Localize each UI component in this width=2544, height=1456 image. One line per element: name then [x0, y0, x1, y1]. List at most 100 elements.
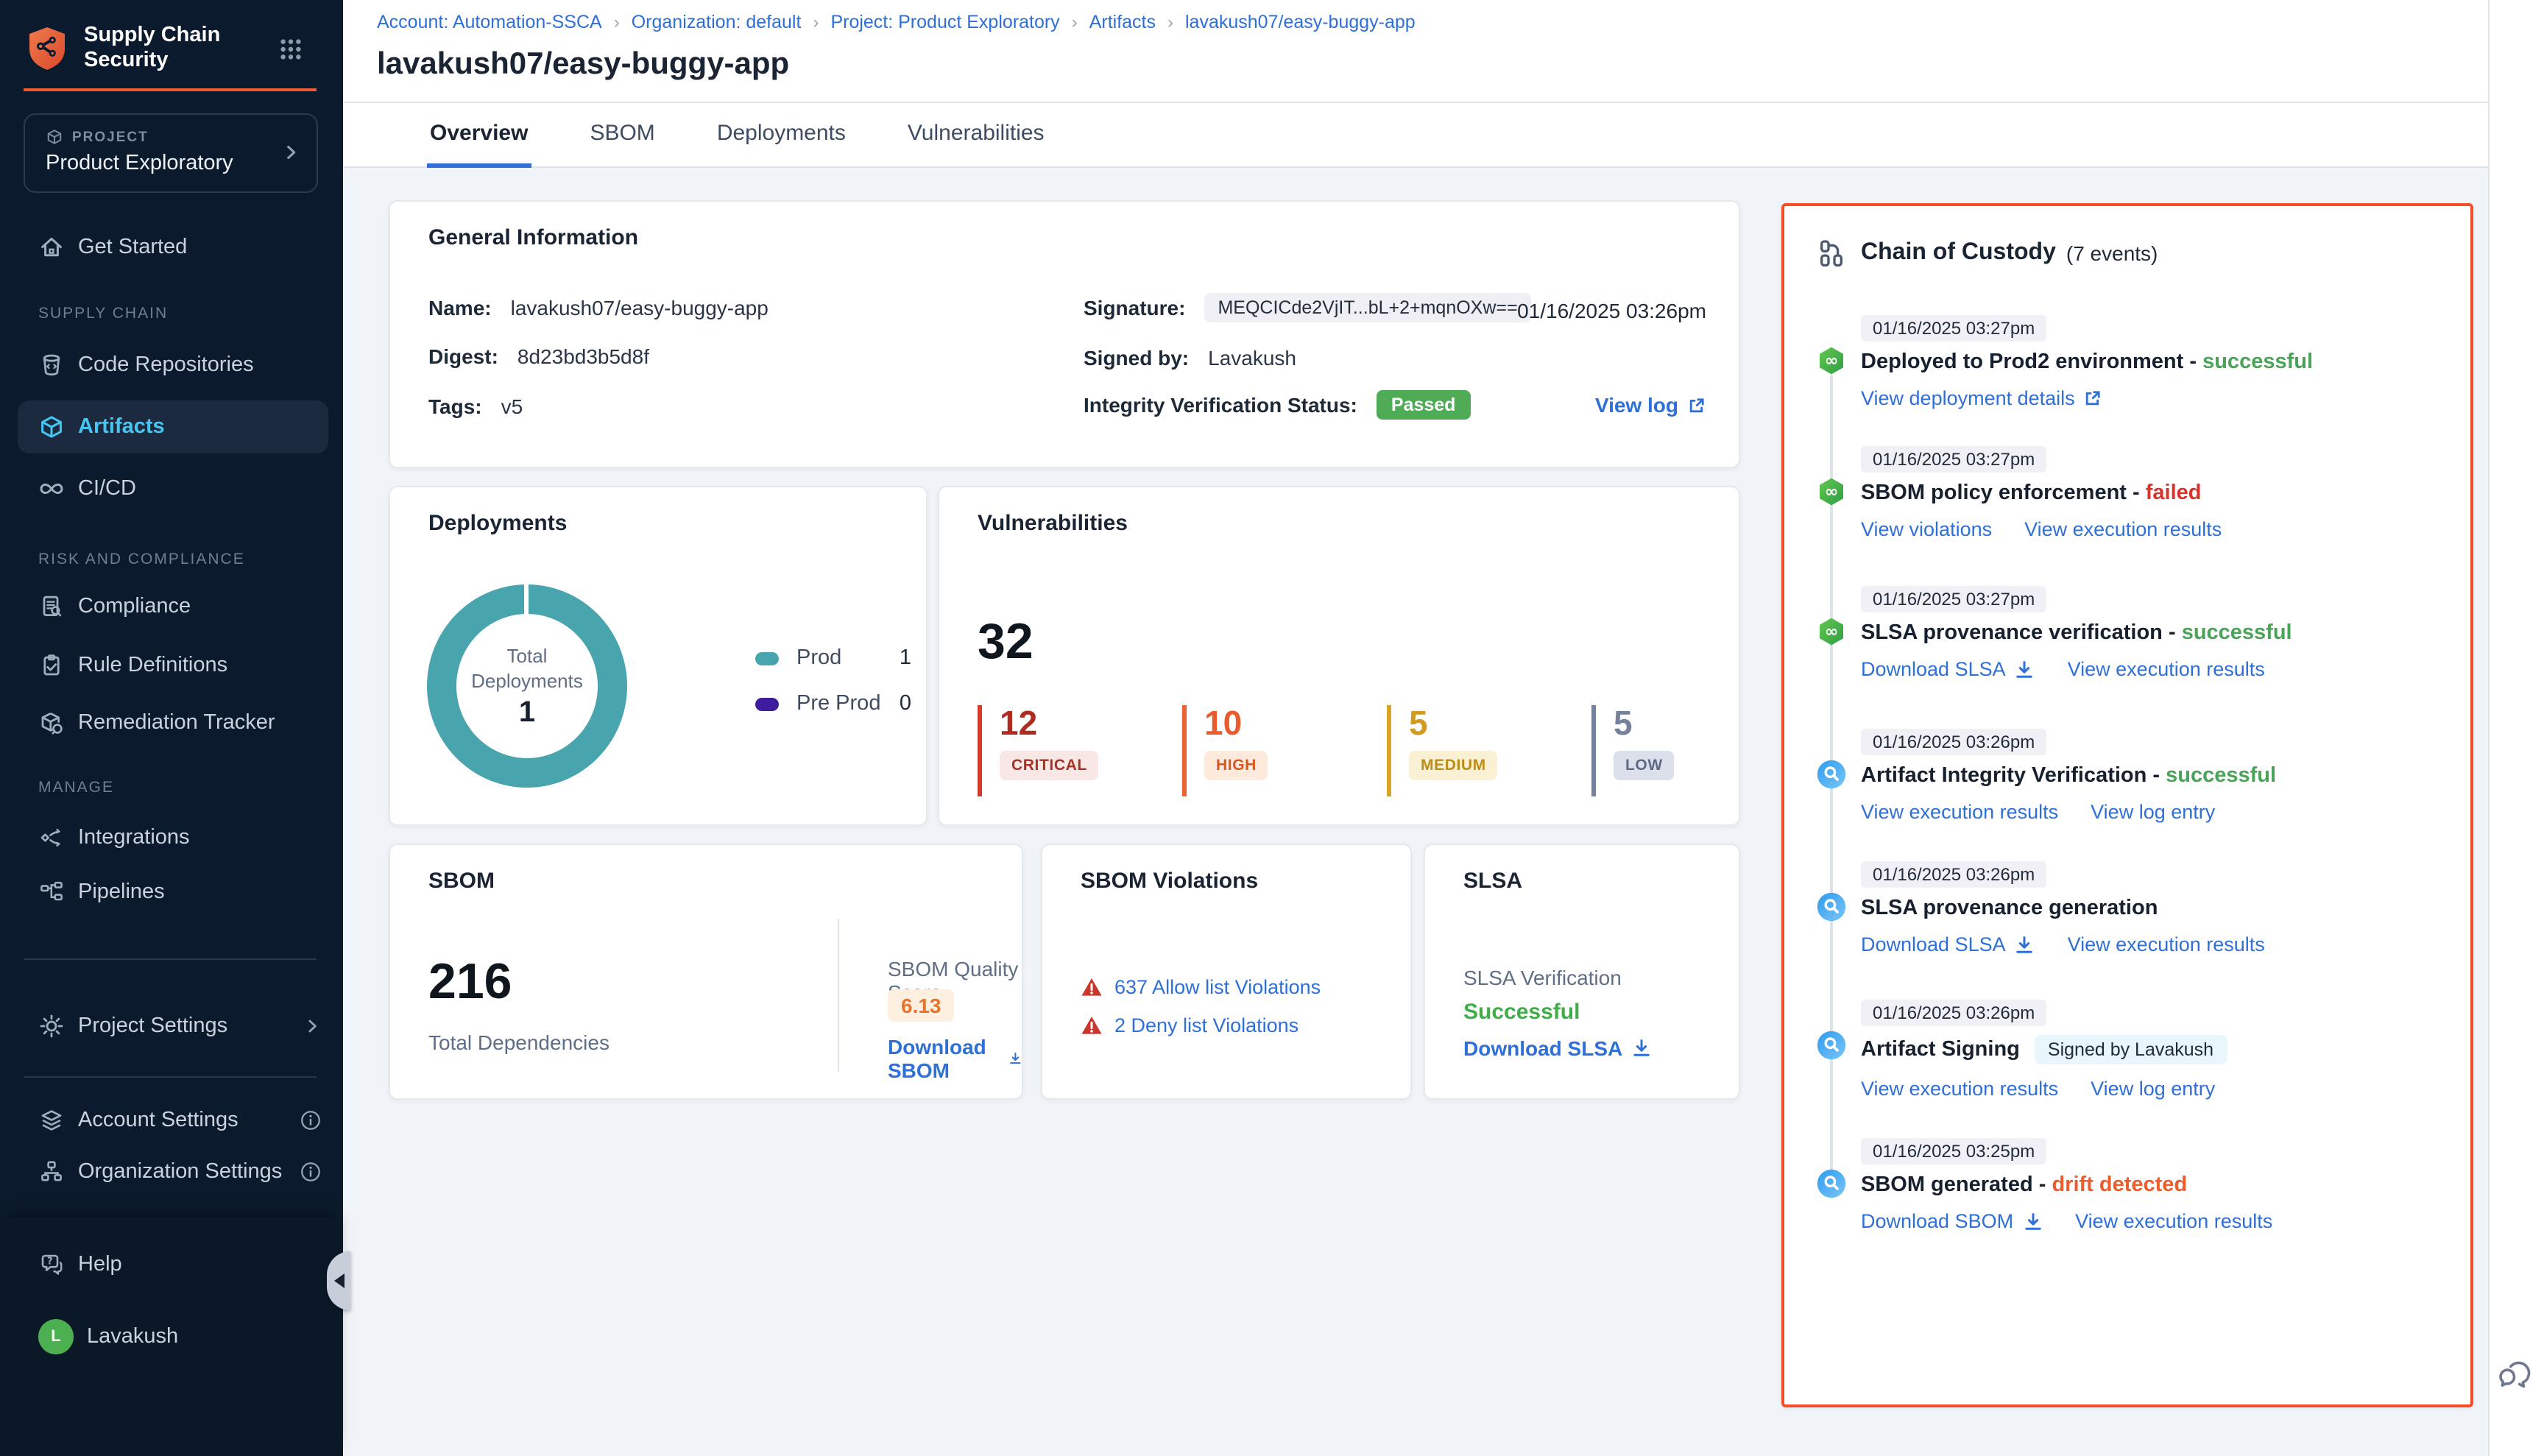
sidebar-item-help[interactable]: Help — [24, 1238, 322, 1291]
tab-overview[interactable]: Overview — [427, 121, 531, 168]
low-count: 5 — [1614, 705, 1796, 741]
home-icon — [38, 234, 65, 261]
tab-deployments[interactable]: Deployments — [714, 121, 849, 168]
sidebar-item-integrations[interactable]: Integrations — [24, 811, 322, 864]
sidebar-item-rule-definitions[interactable]: Rule Definitions — [24, 639, 322, 692]
sidebar-divider — [24, 958, 317, 960]
view-log-entry-link[interactable]: View log entry — [2091, 801, 2215, 823]
tab-bar: Overview SBOM Deployments Vulnerabilitie… — [343, 103, 2488, 168]
user-menu[interactable]: L Lavakush — [24, 1310, 322, 1363]
breadcrumb-artifact-name[interactable]: lavakush07/easy-buggy-app — [1185, 12, 1416, 32]
view-execution-results-link[interactable]: View execution results — [2024, 518, 2222, 540]
sidebar-item-project-settings[interactable]: Project Settings — [24, 1000, 322, 1053]
chat-bubbles-icon — [2495, 1354, 2534, 1393]
view-log-entry-link[interactable]: View log entry — [2091, 1078, 2215, 1100]
signed-by-value: Lavakush — [1208, 346, 1296, 370]
events-count: (7 events) — [2066, 241, 2158, 265]
sbom-violations-card: SBOM Violations 637 Allow list Violation… — [1041, 844, 1412, 1100]
breadcrumb-separator: › — [813, 12, 819, 32]
sidebar-section-supply-chain: SUPPLY CHAIN — [38, 305, 168, 322]
event-title: SLSA provenance generation — [1861, 897, 2447, 920]
gear-icon — [38, 1013, 65, 1039]
card-title: SBOM — [428, 869, 495, 894]
severity-high: 10 HIGH — [1182, 705, 1387, 796]
compliance-doc-icon — [38, 593, 65, 620]
view-log-link[interactable]: View log — [1595, 393, 1706, 417]
sidebar-item-artifacts[interactable]: Artifacts — [18, 400, 328, 453]
external-link-icon — [2084, 389, 2103, 408]
module-grid-icon[interactable] — [278, 36, 303, 61]
sidebar-item-label: Compliance — [78, 595, 191, 618]
chain-of-custody-header: Chain of Custody (7 events) — [1817, 238, 2158, 268]
download-sbom-link[interactable]: Download SBOM — [888, 1035, 1022, 1082]
pipeline-hexagon-icon — [1817, 346, 1846, 375]
vertical-divider — [838, 919, 839, 1072]
scs-circle-icon — [1817, 892, 1846, 922]
sidebar-item-organization-settings[interactable]: Organization Settings — [24, 1145, 322, 1198]
total-dependencies-value: 216 — [428, 954, 512, 1011]
sidebar-item-compliance[interactable]: Compliance — [24, 580, 322, 633]
sidebar-item-label: Get Started — [78, 236, 187, 259]
pipelines-icon — [38, 879, 65, 905]
sidebar-item-cicd[interactable]: CI/CD — [24, 462, 322, 515]
event-timestamp: 01/16/2025 03:26pm — [1861, 1000, 2046, 1026]
deny-list-violations-link[interactable]: 2 Deny list Violations — [1114, 1014, 1298, 1036]
breadcrumb-artifacts[interactable]: Artifacts — [1089, 12, 1156, 32]
sidebar-item-account-settings[interactable]: Account Settings — [24, 1094, 322, 1147]
project-selector[interactable]: PROJECT Product Exploratory — [24, 113, 318, 193]
breadcrumb-account[interactable]: Account: Automation-SSCA — [377, 12, 602, 32]
view-execution-results-link[interactable]: View execution results — [2068, 933, 2265, 955]
view-execution-results-link[interactable]: View execution results — [1861, 1078, 2058, 1100]
info-icon — [299, 1160, 322, 1184]
view-execution-results-link[interactable]: View execution results — [2068, 658, 2265, 680]
sidebar-item-pipelines[interactable]: Pipelines — [24, 866, 322, 919]
tags-value: v5 — [501, 395, 523, 418]
event-title: Deployed to Prod2 environmentsuccessful — [1861, 350, 2447, 374]
info-icon — [299, 1109, 322, 1132]
sidebar-item-code-repositories[interactable]: Code Repositories — [24, 339, 322, 392]
total-dependencies-label: Total Dependencies — [428, 1031, 610, 1054]
critical-badge: CRITICAL — [1000, 751, 1099, 780]
event-timestamp: 01/16/2025 03:27pm — [1861, 446, 2046, 473]
view-execution-results-link[interactable]: View execution results — [2075, 1210, 2272, 1232]
sidebar-item-remediation-tracker[interactable]: Remediation Tracker — [24, 696, 322, 749]
event-timestamp: 01/16/2025 03:26pm — [1861, 729, 2046, 755]
download-slsa-link[interactable]: Download SLSA — [1861, 658, 2035, 680]
custody-event-sbom-generated: 01/16/2025 03:25pm SBOM generateddrift d… — [1817, 1138, 2447, 1232]
avatar: L — [38, 1319, 74, 1354]
event-status: failed — [2127, 481, 2202, 505]
breadcrumb-organization[interactable]: Organization: default — [632, 12, 802, 32]
view-violations-link[interactable]: View violations — [1861, 518, 1992, 540]
event-title: Artifact Integrity Verificationsuccessfu… — [1861, 764, 2447, 788]
sidebar-item-label: Integrations — [78, 826, 190, 849]
sidebar-item-label: Pipelines — [78, 880, 165, 904]
help-chat-icon — [38, 1251, 65, 1278]
view-execution-results-link[interactable]: View execution results — [1861, 801, 2058, 823]
collapse-arrow-icon — [333, 1273, 344, 1288]
tab-vulnerabilities[interactable]: Vulnerabilities — [905, 121, 1047, 168]
code-repository-icon — [38, 352, 65, 378]
sidebar-item-label: Account Settings — [78, 1109, 239, 1132]
allow-list-violations-link[interactable]: 637 Allow list Violations — [1114, 976, 1321, 998]
critical-count: 12 — [1000, 705, 1182, 741]
signature-value[interactable]: MEQCICde2VjIT...bL+2+mqnOXw== — [1204, 293, 1530, 322]
sidebar-item-get-started[interactable]: Get Started — [24, 221, 322, 274]
breadcrumb: Account: Automation-SSCA › Organization: … — [377, 12, 1416, 32]
medium-badge: MEDIUM — [1409, 751, 1498, 780]
vulnerabilities-card: Vulnerabilities 32 12 CRITICAL 10 HIGH 5… — [938, 486, 1740, 826]
chat-support-button[interactable] — [2495, 1354, 2534, 1393]
download-slsa-link[interactable]: Download SLSA — [1463, 1036, 1652, 1060]
card-title: Deployments — [428, 511, 567, 536]
view-deployment-details-link[interactable]: View deployment details — [1861, 387, 2103, 409]
tab-sbom[interactable]: SBOM — [587, 121, 657, 168]
download-slsa-link[interactable]: Download SLSA — [1861, 933, 2035, 955]
custody-event-sbom-policy: 01/16/2025 03:27pm SBOM policy enforceme… — [1817, 446, 2447, 540]
breadcrumb-project[interactable]: Project: Product Exploratory — [830, 12, 1059, 32]
layers-icon — [38, 1107, 65, 1134]
event-status: drift detected — [2033, 1173, 2187, 1197]
app-window: Supply Chain Security PROJECT Product Ex… — [0, 0, 2544, 1456]
sbom-card: SBOM 216 Total Dependencies SBOM Quality… — [389, 844, 1023, 1100]
sidebar-item-label: Artifacts — [78, 415, 165, 439]
general-information-card: General Information Name: lavakush07/eas… — [389, 200, 1740, 468]
download-sbom-link[interactable]: Download SBOM — [1861, 1210, 2043, 1232]
